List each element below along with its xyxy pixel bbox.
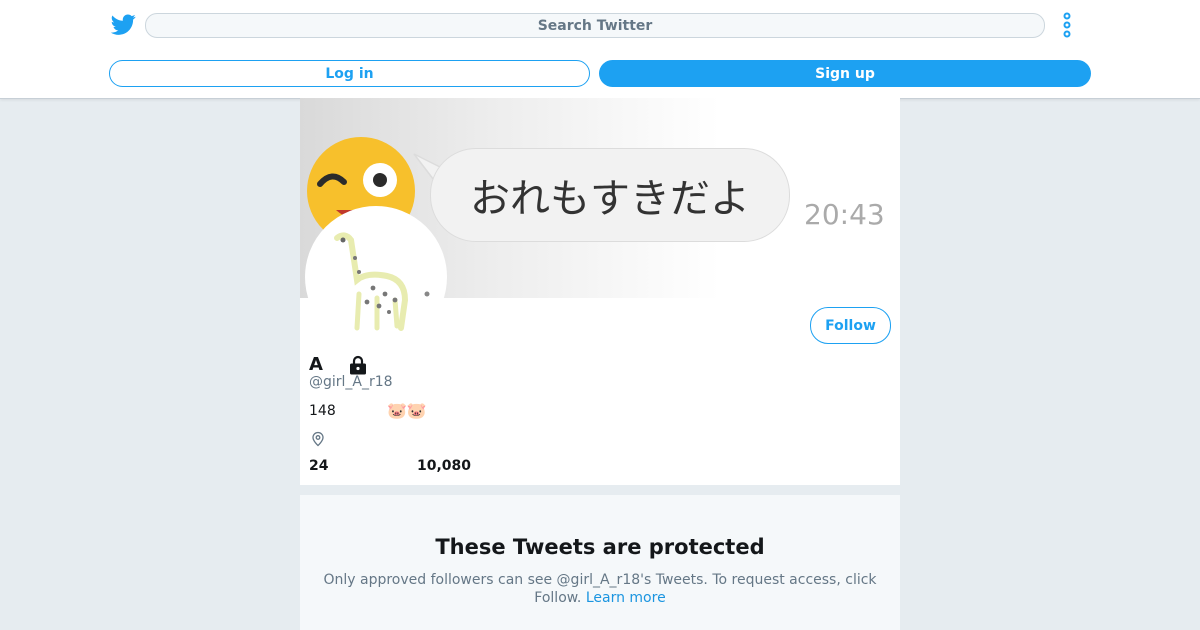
twitter-logo-icon[interactable] <box>111 12 136 37</box>
bio-text: 148 <box>309 403 336 419</box>
follow-button[interactable]: Follow <box>810 307 891 344</box>
profile-card: おれもすきだよ 20:43 Follow A @girl_A_r18 148 🐷… <box>300 98 900 485</box>
more-options-icon[interactable] <box>1060 12 1074 38</box>
giraffe-drawing-icon <box>307 208 445 346</box>
profile-name: A <box>309 354 323 375</box>
lock-icon <box>350 355 366 375</box>
protected-title: These Tweets are protected <box>435 535 765 559</box>
login-button[interactable]: Log in <box>109 60 590 87</box>
location-pin-icon <box>312 431 324 447</box>
stat-value-2[interactable]: 10,080 <box>417 458 471 474</box>
protected-notice: These Tweets are protected Only approved… <box>300 495 900 630</box>
stat-value-1[interactable]: 24 <box>309 458 328 474</box>
avatar[interactable] <box>305 206 447 348</box>
protected-message: Only approved followers can see @girl_A_… <box>320 571 880 607</box>
speech-bubble: おれもすきだよ <box>430 148 790 242</box>
chat-timestamp: 20:43 <box>804 198 885 231</box>
profile-handle: @girl_A_r18 <box>309 374 393 390</box>
top-bar: Search Twitter Log in Sign up <box>0 0 1200 99</box>
signup-button[interactable]: Sign up <box>599 60 1091 87</box>
bubble-text: おれもすきだよ <box>470 176 750 222</box>
bio-emoji: 🐷🐷 <box>387 401 427 420</box>
learn-more-link[interactable]: Learn more <box>586 590 666 606</box>
search-input[interactable]: Search Twitter <box>145 13 1045 38</box>
